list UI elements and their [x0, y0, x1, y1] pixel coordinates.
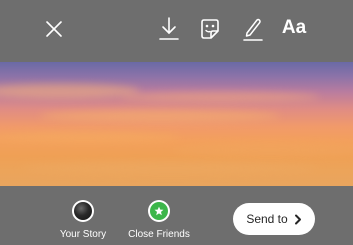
sticker-button[interactable]	[197, 15, 223, 43]
story-photo[interactable]	[0, 62, 353, 186]
close-friends-badge	[148, 200, 170, 222]
sticker-icon	[201, 19, 219, 39]
close-friends-label: Close Friends	[128, 229, 190, 240]
star-icon	[154, 206, 164, 216]
your-story-label: Your Story	[59, 229, 107, 240]
draw-icon	[243, 18, 263, 41]
share-bar: Your Story Close Friends Send to	[0, 186, 353, 245]
close-friends-option[interactable]: Close Friends	[126, 200, 192, 240]
close-friends-circle	[150, 202, 168, 220]
close-icon	[46, 21, 62, 37]
send-to-label: Send to	[246, 212, 288, 226]
text-tool-label: Aa	[281, 17, 307, 38]
avatar	[72, 200, 94, 222]
draw-button[interactable]	[241, 15, 265, 43]
text-tool-button[interactable]: Aa	[279, 13, 309, 43]
close-button[interactable]	[41, 16, 67, 42]
your-story-option[interactable]: Your Story	[56, 200, 110, 240]
chevron-right-icon	[294, 214, 302, 225]
send-to-button[interactable]: Send to	[233, 203, 315, 235]
avatar-image	[74, 202, 92, 220]
story-editor-screen: Aa Your Story Close Friends Send to	[0, 0, 353, 245]
download-icon	[159, 17, 179, 40]
download-button[interactable]	[156, 15, 182, 43]
editor-toolbar: Aa	[0, 0, 353, 62]
